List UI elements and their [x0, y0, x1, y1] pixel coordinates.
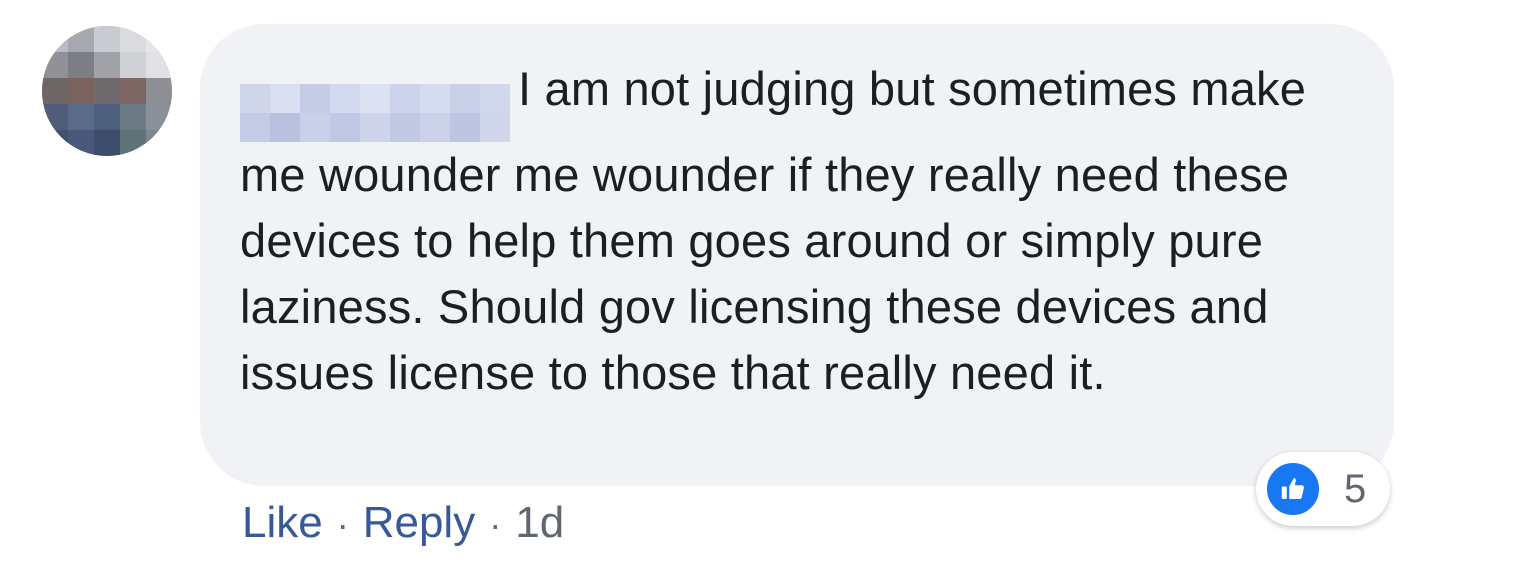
avatar-pixel	[42, 130, 68, 156]
avatar-pixel	[68, 130, 94, 156]
separator-dot: ·	[336, 504, 349, 545]
avatar-pixel	[68, 104, 94, 130]
reaction-summary[interactable]: 5	[1256, 452, 1390, 526]
avatar-pixel	[146, 78, 172, 104]
avatar-pixel	[68, 52, 94, 78]
avatar-pixel	[120, 26, 146, 52]
separator-dot: ·	[489, 504, 502, 545]
comment-actions: Like · Reply · 1d	[242, 494, 564, 554]
avatar-pixel	[120, 78, 146, 104]
avatar-pixel	[120, 52, 146, 78]
avatar-pixel	[146, 104, 172, 130]
comment-bubble: I am not judging but sometimes make me w…	[200, 24, 1394, 486]
avatar-pixel	[42, 78, 68, 104]
avatar-pixel	[146, 130, 172, 156]
avatar-pixel	[94, 130, 120, 156]
avatar-pixel	[42, 52, 68, 78]
avatar-pixel	[146, 26, 172, 52]
avatar-pixel	[120, 104, 146, 130]
avatar-pixel	[94, 26, 120, 52]
avatar[interactable]	[42, 26, 172, 156]
avatar-pixel	[94, 104, 120, 130]
avatar-pixel	[68, 26, 94, 52]
like-button[interactable]: Like	[242, 494, 323, 552]
thumbs-up-icon	[1264, 460, 1322, 518]
commenter-name-redacted[interactable]	[240, 84, 510, 142]
reaction-count: 5	[1344, 466, 1367, 511]
avatar-pixel	[42, 26, 68, 52]
avatar-pixel	[146, 52, 172, 78]
avatar-pixel	[94, 78, 120, 104]
timestamp[interactable]: 1d	[515, 494, 564, 552]
comment-body: I am not judging but sometimes make me w…	[240, 56, 1354, 406]
avatar-pixel	[94, 52, 120, 78]
reply-button[interactable]: Reply	[363, 494, 476, 552]
avatar-pixel	[120, 130, 146, 156]
avatar-pixel	[68, 78, 94, 104]
avatar-pixel	[42, 104, 68, 130]
